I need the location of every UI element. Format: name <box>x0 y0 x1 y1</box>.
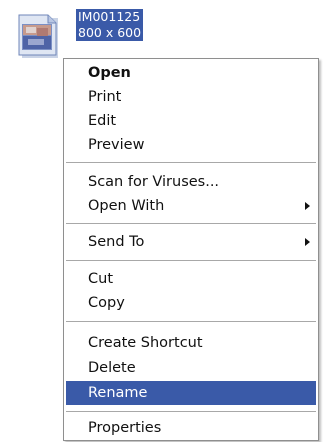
menu-item-send-to-label: Send To <box>88 234 145 250</box>
menu-separator <box>66 411 316 412</box>
image-file-icon[interactable] <box>8 6 68 60</box>
menu-item-delete[interactable]: Delete <box>66 356 316 380</box>
menu-item-preview[interactable]: Preview <box>66 133 316 157</box>
menu-separator <box>66 162 316 163</box>
file-name-label[interactable]: IM001125 800 x 600 <box>76 9 144 41</box>
context-menu: Open Print Edit Preview Scan for Viruses… <box>63 58 319 441</box>
menu-item-print[interactable]: Print <box>66 85 316 109</box>
menu-item-open[interactable]: Open <box>66 61 316 85</box>
menu-item-scan-for-viruses[interactable]: Scan for Viruses... <box>66 170 316 194</box>
desktop-area: IM001125 800 x 600 Open Print Edit Previ… <box>0 0 323 442</box>
menu-item-edit[interactable]: Edit <box>66 109 316 133</box>
submenu-arrow-icon <box>305 238 310 246</box>
menu-item-open-with-label: Open With <box>88 198 165 214</box>
menu-item-copy[interactable]: Copy <box>66 291 316 315</box>
menu-item-send-to[interactable]: Send To <box>66 230 316 254</box>
menu-separator <box>66 260 316 261</box>
menu-separator <box>66 223 316 224</box>
file-name: IM001125 <box>78 9 141 24</box>
menu-item-cut[interactable]: Cut <box>66 267 316 291</box>
menu-separator <box>66 321 316 322</box>
submenu-arrow-icon <box>305 202 310 210</box>
menu-item-rename[interactable]: Rename <box>66 381 316 405</box>
menu-item-properties[interactable]: Properties <box>66 416 316 440</box>
menu-item-create-shortcut[interactable]: Create Shortcut <box>66 331 316 355</box>
file-dimensions: 800 x 600 <box>78 25 142 40</box>
menu-item-open-with[interactable]: Open With <box>66 194 316 218</box>
